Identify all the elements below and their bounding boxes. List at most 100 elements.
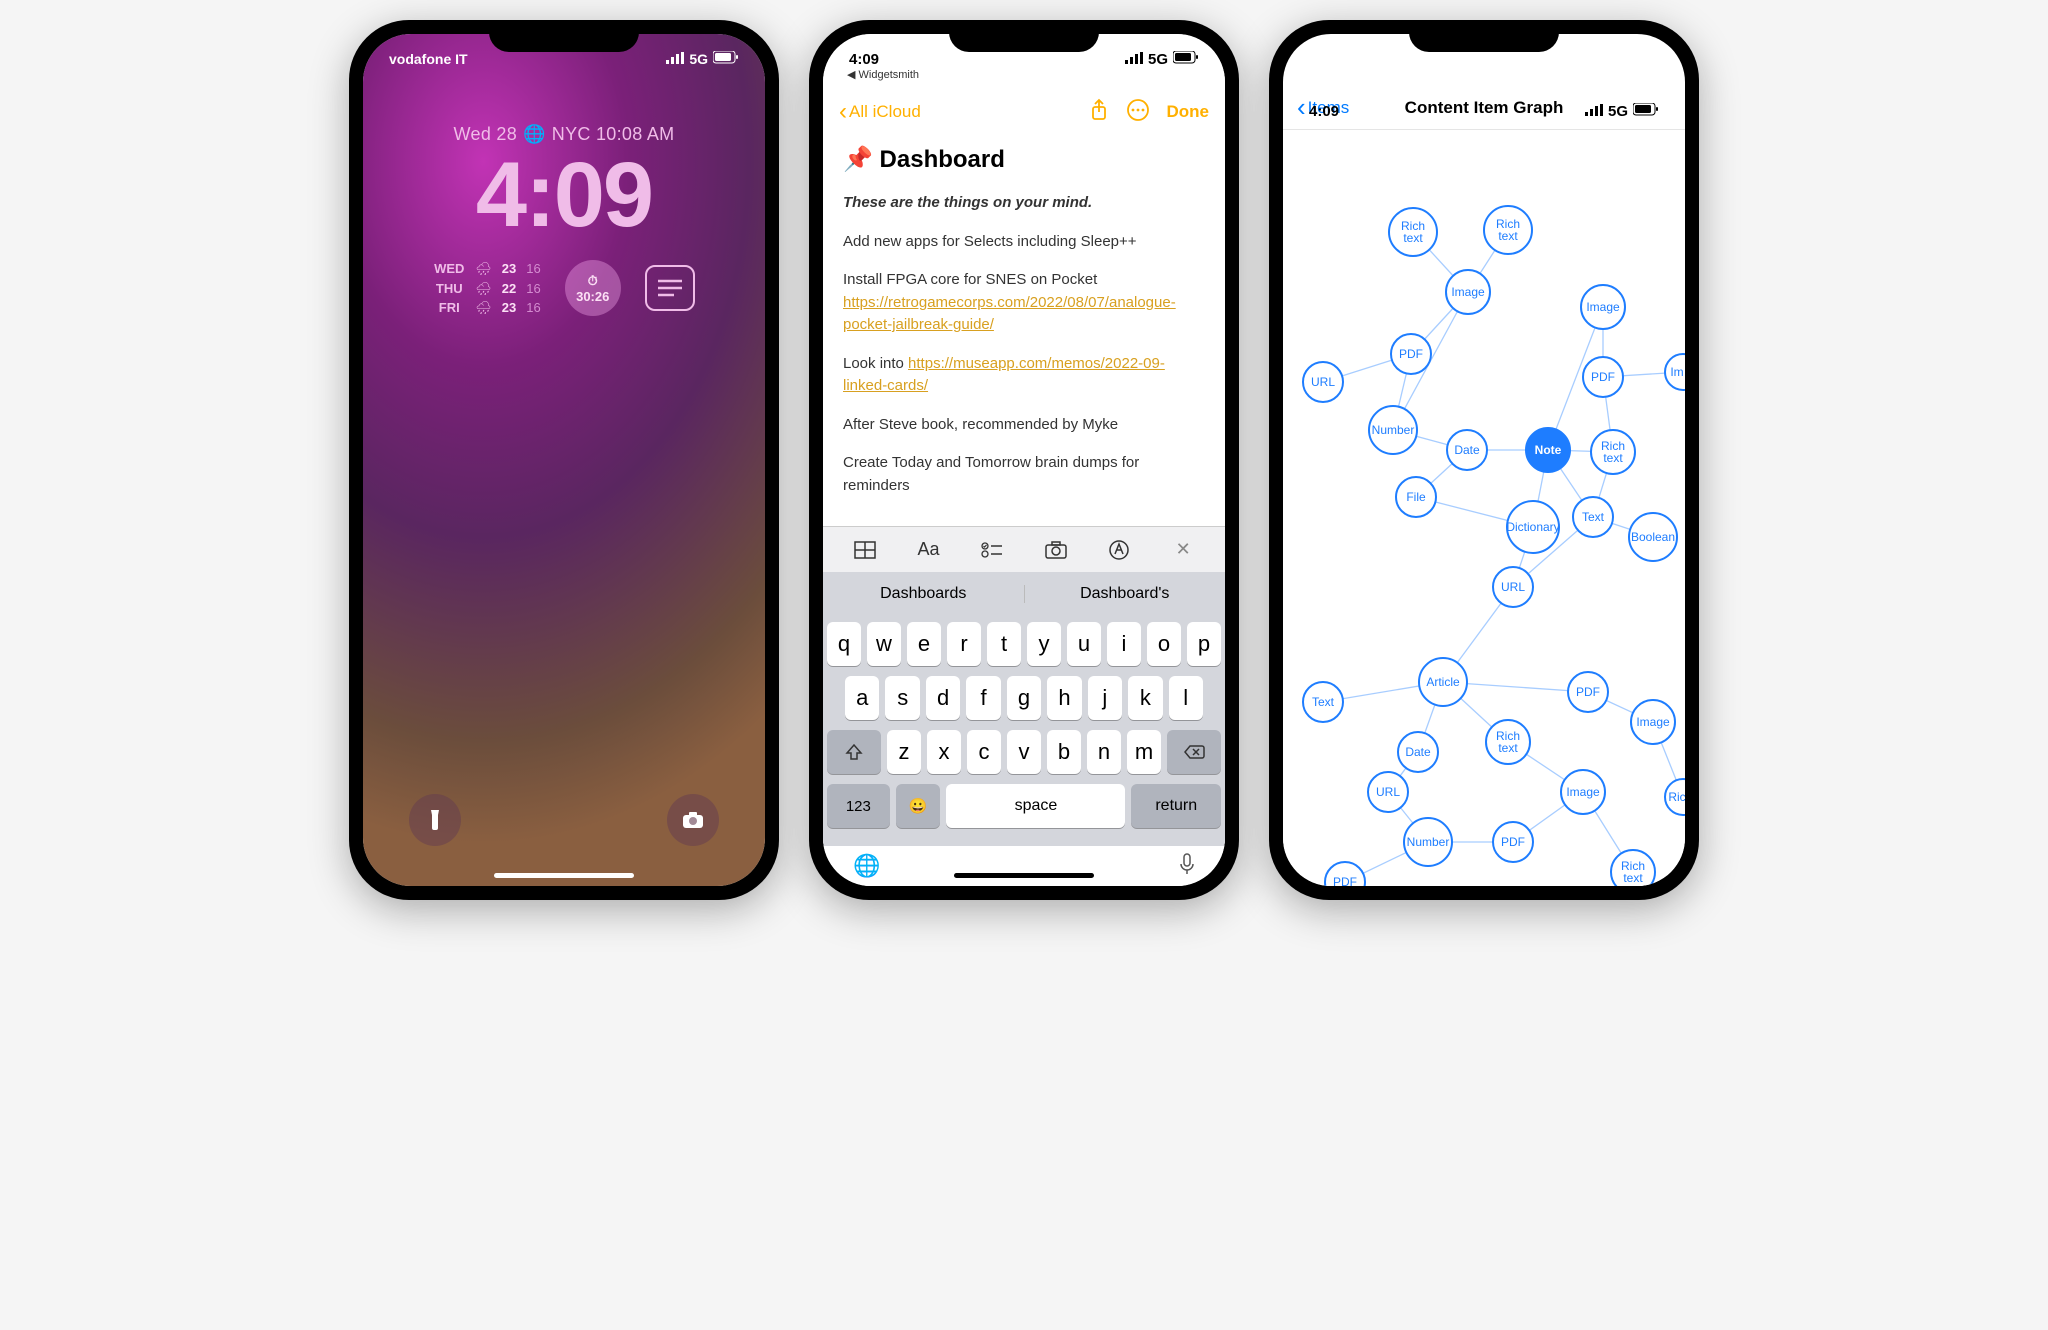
graph-node-rich5[interactable]: Richtext: [1611, 850, 1655, 886]
camera-button[interactable]: [667, 794, 719, 846]
key-b[interactable]: b: [1047, 730, 1081, 774]
svg-text:Text: Text: [1582, 510, 1605, 524]
globe-key[interactable]: 🌐: [853, 853, 880, 879]
battery-icon: [1633, 103, 1659, 120]
graph-node-rich_e[interactable]: Ric…: [1665, 779, 1685, 815]
key-z[interactable]: z: [887, 730, 921, 774]
key-n[interactable]: n: [1087, 730, 1121, 774]
graph-node-rich1[interactable]: Richtext: [1389, 208, 1437, 256]
key-p[interactable]: p: [1187, 622, 1221, 666]
graph-node-image4[interactable]: Image: [1561, 770, 1605, 814]
home-indicator[interactable]: [494, 873, 634, 878]
phone-graph: 4:09 5G ‹ Items Content Item Graph Richt…: [1269, 20, 1699, 900]
done-button[interactable]: Done: [1167, 102, 1210, 122]
graph-node-pdf5[interactable]: PDF: [1325, 862, 1365, 886]
graph-node-text1[interactable]: Text: [1573, 497, 1613, 537]
key-e[interactable]: e: [907, 622, 941, 666]
svg-text:Image: Image: [1636, 715, 1670, 729]
svg-text:Note: Note: [1535, 443, 1562, 457]
key-d[interactable]: d: [926, 676, 960, 720]
suggestion[interactable]: Dashboards: [823, 585, 1025, 603]
key-g[interactable]: g: [1007, 676, 1041, 720]
graph-node-date1[interactable]: Date: [1447, 430, 1487, 470]
note-line: Install FPGA core for SNES on Pocket htt…: [843, 269, 1205, 337]
key-l[interactable]: l: [1169, 676, 1203, 720]
share-button[interactable]: [1089, 98, 1109, 127]
graph-node-image3[interactable]: Image: [1631, 700, 1675, 744]
graph-node-pdf3[interactable]: PDF: [1568, 672, 1608, 712]
key-m[interactable]: m: [1127, 730, 1161, 774]
key-f[interactable]: f: [966, 676, 1000, 720]
home-indicator[interactable]: [954, 873, 1094, 878]
more-button[interactable]: [1127, 99, 1149, 126]
graph-node-pdf4[interactable]: PDF: [1493, 822, 1533, 862]
suggestion[interactable]: Dashboard's: [1025, 585, 1226, 603]
lock-time: 4:09: [363, 149, 765, 241]
mic-icon: [1179, 852, 1195, 876]
graph-node-image2[interactable]: Image: [1581, 285, 1625, 329]
graph-node-date2[interactable]: Date: [1398, 732, 1438, 772]
format-tool[interactable]: Aa: [906, 533, 950, 567]
key-r[interactable]: r: [947, 622, 981, 666]
graph-node-bool[interactable]: Boolean: [1629, 513, 1677, 561]
weather-widget[interactable]: WED🌧2316 THU🌧2216 FRI🌧2316: [433, 259, 540, 318]
graph-node-pdf1[interactable]: PDF: [1391, 334, 1431, 374]
graph-node-note[interactable]: Note: [1526, 428, 1570, 472]
key-s[interactable]: s: [885, 676, 919, 720]
graph-node-rich3[interactable]: Richtext: [1591, 430, 1635, 474]
note-line: After Steve book, recommended by Myke: [843, 414, 1205, 437]
graph-node-rich4[interactable]: Richtext: [1486, 720, 1530, 764]
camera-tool[interactable]: [1034, 533, 1078, 567]
svg-text:URL: URL: [1311, 375, 1335, 389]
note-lines-icon: [656, 277, 684, 299]
note-body[interactable]: 📌 Dashboard These are the things on your…: [823, 134, 1225, 526]
dictation-key[interactable]: [1179, 852, 1195, 881]
checklist-tool[interactable]: [970, 533, 1014, 567]
key-y[interactable]: y: [1027, 622, 1061, 666]
table-tool[interactable]: [843, 533, 887, 567]
key-v[interactable]: v: [1007, 730, 1041, 774]
graph-node-image1[interactable]: Image: [1446, 270, 1490, 314]
emoji-key[interactable]: 😀: [896, 784, 941, 828]
key-i[interactable]: i: [1107, 622, 1141, 666]
key-k[interactable]: k: [1128, 676, 1162, 720]
carrier-label: vodafone IT: [389, 51, 468, 67]
graph-node-text2[interactable]: Text: [1303, 682, 1343, 722]
key-t[interactable]: t: [987, 622, 1021, 666]
graph-node-url2[interactable]: URL: [1493, 567, 1533, 607]
key-c[interactable]: c: [967, 730, 1001, 774]
graph-node-url3[interactable]: URL: [1368, 772, 1408, 812]
graph-node-file1[interactable]: File: [1396, 477, 1436, 517]
number-key[interactable]: 123: [827, 784, 890, 828]
key-w[interactable]: w: [867, 622, 901, 666]
dismiss-keyboard[interactable]: ✕: [1161, 533, 1205, 567]
flashlight-button[interactable]: [409, 794, 461, 846]
return-key[interactable]: return: [1131, 784, 1221, 828]
graph-node-number1[interactable]: Number: [1369, 406, 1417, 454]
key-j[interactable]: j: [1088, 676, 1122, 720]
space-key[interactable]: space: [946, 784, 1125, 828]
graph-node-url1[interactable]: URL: [1303, 362, 1343, 402]
key-o[interactable]: o: [1147, 622, 1181, 666]
key-a[interactable]: a: [845, 676, 879, 720]
back-button[interactable]: ‹ All iCloud: [839, 98, 921, 126]
note-link[interactable]: https://retrogamecorps.com/2022/08/07/an…: [843, 294, 1176, 334]
key-x[interactable]: x: [927, 730, 961, 774]
graph-node-pdf2[interactable]: PDF: [1583, 357, 1623, 397]
markup-tool[interactable]: [1097, 533, 1141, 567]
timer-widget[interactable]: ⏱ 30:26: [565, 260, 621, 316]
graph-canvas[interactable]: RichtextRichtextImageImagePDFURLPDFIm…Nu…: [1283, 182, 1685, 886]
graph-node-dict[interactable]: Dictionary: [1506, 501, 1559, 553]
timer-value: 30:26: [576, 289, 609, 304]
graph-node-article[interactable]: Article: [1419, 658, 1467, 706]
chevron-left-icon: ‹: [839, 98, 847, 126]
key-h[interactable]: h: [1047, 676, 1081, 720]
graph-node-rich2[interactable]: Richtext: [1484, 206, 1532, 254]
backspace-key[interactable]: [1167, 730, 1221, 774]
key-u[interactable]: u: [1067, 622, 1101, 666]
note-widget[interactable]: [645, 265, 695, 311]
graph-node-img_e[interactable]: Im…: [1665, 354, 1685, 390]
graph-node-number2[interactable]: Number: [1404, 818, 1452, 866]
key-q[interactable]: q: [827, 622, 861, 666]
shift-key[interactable]: [827, 730, 881, 774]
